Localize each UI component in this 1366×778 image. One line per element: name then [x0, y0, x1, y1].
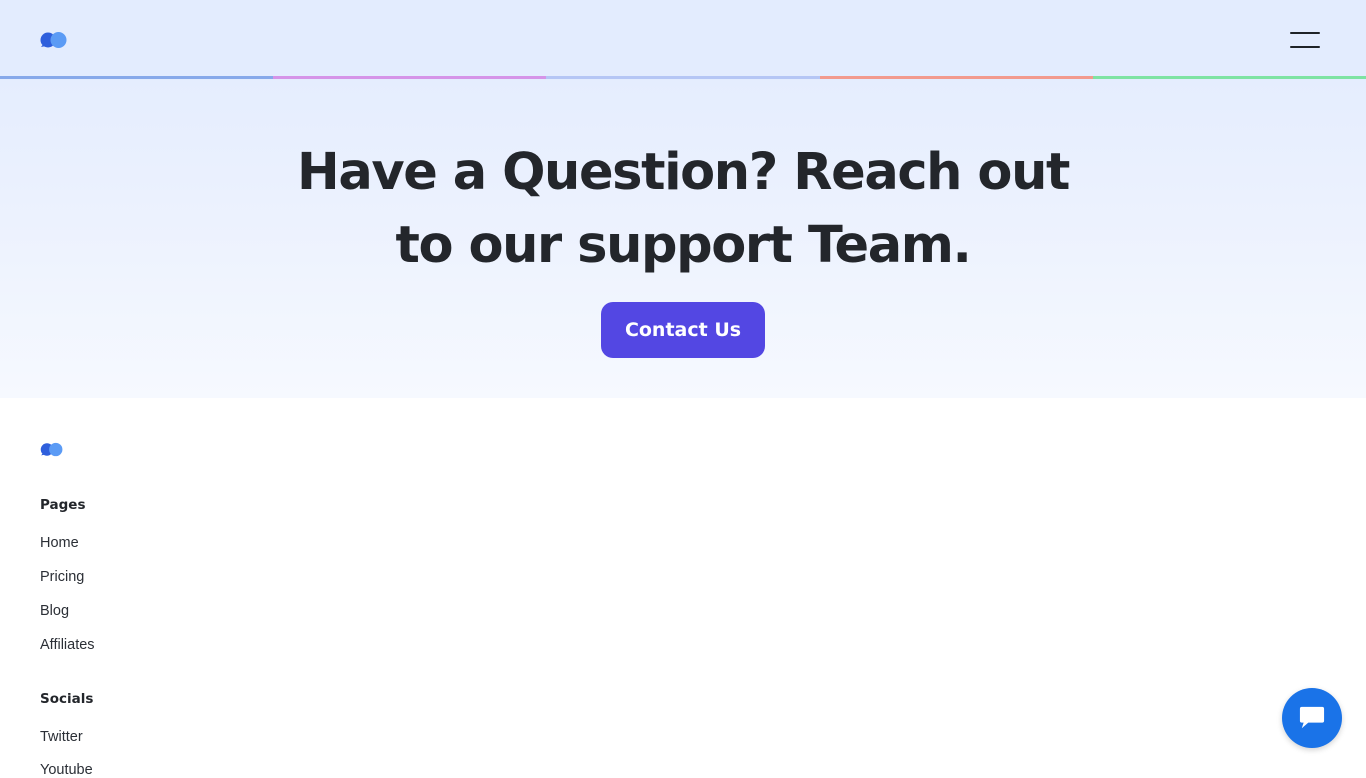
hero-title: Have a Question? Reach out to our suppor…: [297, 143, 1070, 275]
chat-bubble-icon: [1299, 706, 1325, 729]
site-footer: Pages Home Pricing Blog Affiliates Socia…: [0, 398, 1366, 778]
strip-segment: [273, 76, 547, 79]
strip-segment: [0, 76, 274, 79]
footer-link-pricing[interactable]: Pricing: [40, 569, 84, 585]
hamburger-menu-icon[interactable]: [1290, 30, 1320, 50]
footer-link-twitter[interactable]: Twitter: [40, 729, 83, 745]
footer-link-affiliates[interactable]: Affiliates: [40, 637, 95, 653]
strip-segment: [819, 76, 1093, 79]
chat-bubbles-logo-icon[interactable]: [40, 31, 68, 49]
site-header: [0, 0, 1366, 80]
chat-widget-button[interactable]: [1282, 688, 1342, 748]
contact-us-button[interactable]: Contact Us: [601, 302, 765, 358]
chat-bubbles-logo-icon[interactable]: [40, 442, 64, 457]
footer-link-blog[interactable]: Blog: [40, 603, 69, 619]
strip-segment: [1092, 76, 1366, 79]
footer-link-home[interactable]: Home: [40, 535, 79, 551]
menu-line: [1290, 46, 1320, 48]
hero-section: Have a Question? Reach out to our suppor…: [0, 80, 1366, 398]
footer-pages-heading: Pages: [40, 497, 86, 513]
strip-segment: [546, 76, 820, 79]
menu-line: [1290, 32, 1320, 34]
footer-socials-heading: Socials: [40, 691, 94, 707]
footer-link-youtube[interactable]: Youtube: [40, 762, 93, 778]
